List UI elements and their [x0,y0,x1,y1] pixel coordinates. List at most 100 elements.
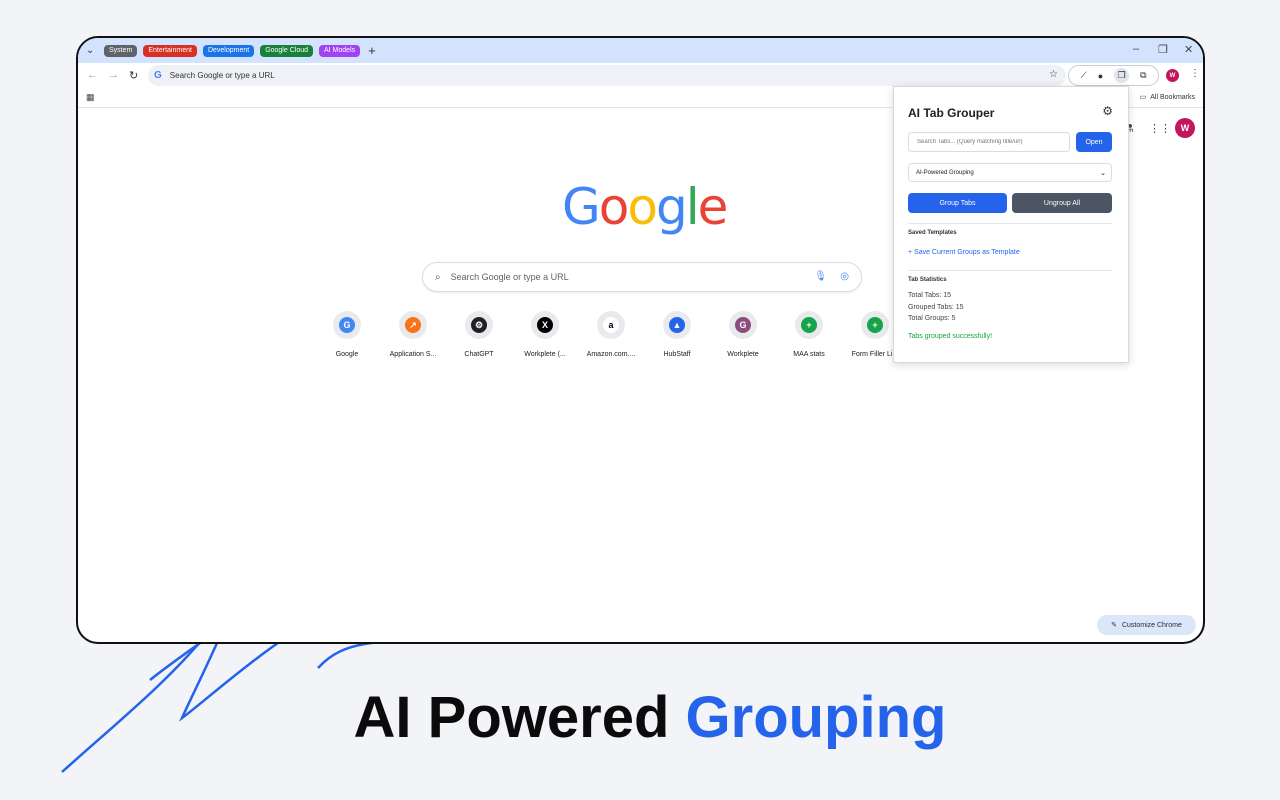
eyedropper-icon[interactable]: ⟋ [1080,70,1086,81]
sheets-icon: + [801,317,817,333]
google-icon: G [339,317,355,333]
microphone-icon[interactable]: ● [1098,71,1103,81]
chevron-down-icon: ⌄ [1100,169,1106,177]
status-message: Tabs grouped successfully! [908,333,993,340]
shortcut-tile[interactable]: G Workplete [710,311,776,358]
tab-group-system[interactable]: System [104,44,138,57]
headline: AI Powered Grouping [0,684,1280,751]
folder-icon: ▭ [1139,94,1147,101]
shortcut-tile[interactable]: a Amazon.com.... [578,311,644,358]
shortcut-tile[interactable]: ⚙ ChatGPT [446,311,512,358]
divider [908,223,1112,224]
logo-letter: o [598,178,630,236]
open-button[interactable]: Open [1076,132,1112,152]
headline-plain: AI Powered [353,685,670,750]
google-logo: Google [562,178,729,236]
logo-letter: G [562,178,601,236]
ntp-search-box[interactable]: ⌕ Search Google or type a URL 🎙 ◎ [422,262,862,292]
ungroup-all-button[interactable]: Ungroup All [1012,193,1112,213]
browser-toolbar: ← → ↻ G Search Google or type a URL ☆ ⟋ … [78,63,1203,88]
lens-icon[interactable]: ◎ [840,271,849,282]
shortcut-icon-circle: X [531,311,559,339]
headline-accent: Grouping [685,685,947,750]
shortcut-icon-circle: + [861,311,889,339]
shortcut-tile[interactable]: X Workplete (... [512,311,578,358]
new-tab-plus-icon[interactable]: + [368,43,376,58]
puzzle-icon[interactable]: ⧉ [1140,70,1146,81]
bookmark-star-icon[interactable]: ☆ [1049,69,1058,80]
shortcut-label: Form Filler Li... [851,351,899,358]
logo-letter: o [627,178,658,236]
shortcut-icon-circle: ↗ [399,311,427,339]
popup-title: AI Tab Grouper [908,106,995,120]
tab-grouper-extension-icon[interactable]: ❐ [1114,68,1130,83]
omnibox[interactable]: G Search Google or type a URL ☆ [148,65,1066,86]
group-tabs-button[interactable]: Group Tabs [908,193,1007,213]
shortcut-label: MAA stats [793,351,825,358]
grouped-tabs-stat: Grouped Tabs: 15 [908,304,964,311]
tab-search-chevron-icon[interactable]: ⌄ [86,45,98,56]
sheets-icon: + [867,317,883,333]
customize-chrome-button[interactable]: ✎ Customize Chrome [1097,615,1196,635]
tab-statistics-heading: Tab Statistics [908,277,947,283]
grouping-mode-select[interactable]: AI-Powered Grouping ⌄ [908,163,1112,182]
shortcut-icon-circle: G [333,311,361,339]
shortcut-icon-circle: + [795,311,823,339]
ntp-profile-avatar[interactable]: W [1175,118,1195,138]
search-placeholder: Search Google or type a URL [450,272,569,282]
ai-tab-grouper-popup: AI Tab Grouper ⚙ Open AI-Powered Groupin… [893,86,1129,363]
logo-letter: g [655,178,688,236]
browser-window: ⌄ System Entertainment Development Googl… [76,36,1205,644]
tab-group-google-cloud[interactable]: Google Cloud [260,44,313,57]
shortcut-icon-circle: ⚙ [465,311,493,339]
shortcut-label: HubStaff [663,351,691,358]
chatgpt-icon: ⚙ [471,317,487,333]
saved-templates-heading: Saved Templates [908,230,957,236]
logo-letter: e [697,178,729,236]
shortcut-label: Workplete [727,351,759,358]
shortcut-label: Google [335,351,359,358]
shortcuts-row: G Google ↗ Application S... ⚙ ChatGPT X Workple… [314,311,908,358]
shortcut-icon-circle: G [729,311,757,339]
close-icon[interactable]: ✕ [1184,43,1193,56]
tab-group-ai-models[interactable]: AI Models [319,44,361,57]
customize-label: Customize Chrome [1121,621,1182,629]
divider [908,270,1112,271]
tab-group-entertainment[interactable]: Entertainment [143,44,197,57]
workplete-icon: G [735,317,751,333]
shortcut-label: ChatGPT [464,351,494,358]
shortcut-tile[interactable]: ▲ HubStaff [644,311,710,358]
shortcut-tile[interactable]: + MAA stats [776,311,842,358]
profile-avatar[interactable]: W [1166,69,1179,82]
all-bookmarks-label: All Bookmarks [1150,93,1195,101]
back-arrow-icon[interactable]: ← [87,69,98,81]
application-icon: ↗ [405,317,421,333]
x-icon: X [537,317,553,333]
omnibox-text: Search Google or type a URL [169,71,275,80]
tab-strip: ⌄ System Entertainment Development Googl… [78,38,1203,63]
shortcut-tile[interactable]: G Google [314,311,380,358]
all-bookmarks-button[interactable]: ▭ All Bookmarks [1139,93,1195,102]
shortcut-icon-circle: a [597,311,625,339]
shortcut-label: Workplete (... [524,351,566,358]
amazon-icon: a [603,317,619,333]
shortcut-tile[interactable]: ↗ Application S... [380,311,446,358]
restore-icon[interactable]: ❐ [1158,43,1168,56]
forward-arrow-icon[interactable]: → [108,69,119,81]
total-groups-stat: Total Groups: 5 [908,315,956,322]
shortcut-label: Amazon.com.... [586,351,636,358]
apps-grid-icon[interactable]: ▦ [86,92,95,103]
tab-search-input[interactable] [908,132,1070,152]
voice-search-icon[interactable]: 🎙 [814,271,827,282]
menu-kebab-icon[interactable]: ⋮ [1190,68,1200,79]
google-g-icon: G [154,70,162,81]
gear-icon[interactable]: ⚙ [1102,104,1113,118]
tab-group-development[interactable]: Development [202,44,255,57]
reload-icon[interactable]: ↻ [129,69,138,82]
grouping-mode-value: AI-Powered Grouping [916,169,974,176]
extensions-pill: ⟋ ● ❐ ⧉ [1068,65,1159,86]
minimize-icon[interactable]: – [1133,43,1139,55]
save-template-link[interactable]: + Save Current Groups as Template [908,249,1020,256]
google-apps-icon[interactable]: ⋮⋮ [1149,122,1171,135]
hubstaff-icon: ▲ [669,317,685,333]
